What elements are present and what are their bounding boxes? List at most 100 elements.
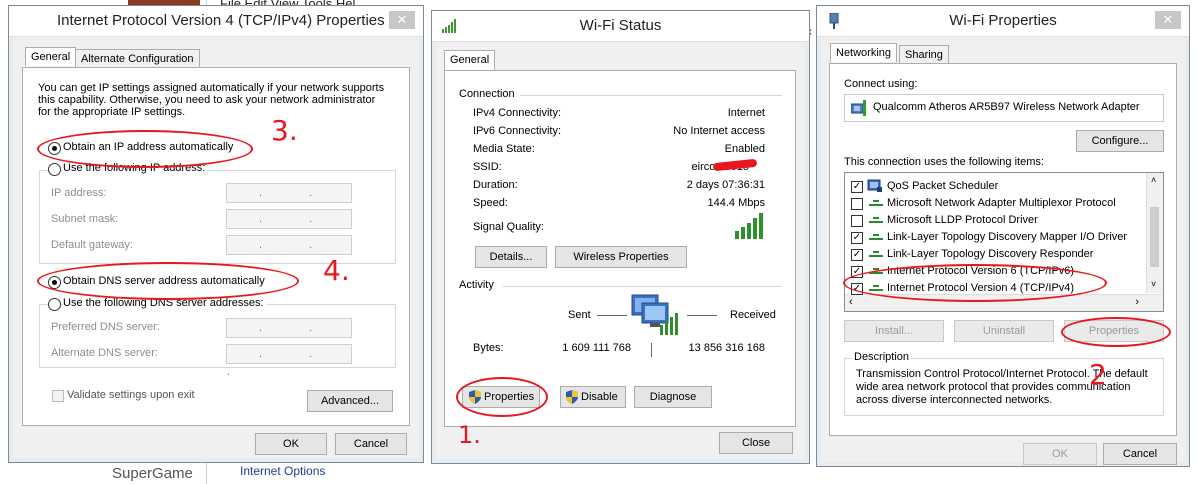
received-label: Received <box>730 309 776 321</box>
validate-settings-checkbox[interactable] <box>52 390 64 402</box>
ipv4-dialog-title: Internet Protocol Version 4 (TCP/IPv4) P… <box>57 12 385 29</box>
default-gateway-label: Default gateway: <box>51 239 133 251</box>
bytes-divider <box>651 343 652 357</box>
close-icon[interactable]: ✕ <box>389 11 415 29</box>
default-gateway-input[interactable]: . . . <box>226 235 352 269</box>
close-button[interactable]: Close <box>719 432 793 454</box>
ipv6-connectivity-value: No Internet access <box>673 125 765 137</box>
preferred-dns-input[interactable]: . . . <box>226 318 352 352</box>
configure-button[interactable]: Configure... <box>1076 130 1164 152</box>
use-dns-radio[interactable] <box>48 298 61 311</box>
activity-header: Activity <box>459 279 494 291</box>
signal-quality-icon <box>735 213 763 239</box>
scroll-left-icon[interactable]: ‹ <box>849 296 853 308</box>
preferred-dns-label: Preferred DNS server: <box>51 321 160 333</box>
tab-sharing[interactable]: Sharing <box>899 45 949 64</box>
connection-separator <box>520 95 782 96</box>
install-button[interactable]: Install... <box>844 320 944 342</box>
ip-address-label: IP address: <box>51 187 107 199</box>
diagnose-button[interactable]: Diagnose <box>634 386 712 408</box>
wifi-status-dialog: Wi-Fi Status General Connection IPv4 Con… <box>431 10 810 464</box>
tab-general[interactable]: General <box>25 47 77 66</box>
annotation-circle-properties <box>456 377 548 417</box>
wifi-status-titlebar: Wi-Fi Status <box>432 11 809 42</box>
annotation-circle-obtain-ip <box>37 130 253 168</box>
adapter-box: Qualcomm Atheros AR5B97 Wireless Network… <box>844 94 1164 122</box>
ipv4-intro-text: You can get IP settings assigned automat… <box>38 82 385 118</box>
advanced-button[interactable]: Advanced... <box>307 390 393 412</box>
disable-button-label: Disable <box>581 391 618 403</box>
alternate-dns-input[interactable]: . . . <box>226 344 352 378</box>
annotation-circle-obtain-dns <box>37 262 299 300</box>
items-header: This connection uses the following items… <box>844 156 1044 168</box>
uninstall-button[interactable]: Uninstall <box>954 320 1054 342</box>
internet-options-link[interactable]: Internet Options <box>240 464 325 478</box>
details-button[interactable]: Details... <box>475 246 547 268</box>
speed-value: 144.4 Mbps <box>707 197 765 209</box>
annotation-number-4: 4. <box>323 254 350 287</box>
description-text: Transmission Control Protocol/Internet P… <box>856 368 1148 406</box>
subnet-mask-input[interactable]: . . . <box>226 209 352 243</box>
item-checkbox[interactable] <box>851 215 863 227</box>
wifi-properties-titlebar: Wi-Fi Properties ✕ <box>817 6 1189 37</box>
scheduler-icon <box>867 179 882 192</box>
wifi-properties-cancel-button[interactable]: Cancel <box>1103 443 1177 465</box>
item-checkbox[interactable]: ✓ <box>851 232 863 244</box>
wireless-properties-button[interactable]: Wireless Properties <box>555 246 687 268</box>
use-ip-radio[interactable] <box>48 163 61 176</box>
protocol-icon <box>869 200 883 206</box>
item-checkbox[interactable]: ✓ <box>851 249 863 261</box>
item-label: Microsoft LLDP Protocol Driver <box>887 214 1038 226</box>
item-label: QoS Packet Scheduler <box>887 180 999 192</box>
disable-button[interactable]: Disable <box>560 386 626 408</box>
close-icon[interactable]: ✕ <box>1155 11 1181 29</box>
duration-value: 2 days 07:36:31 <box>686 179 765 191</box>
item-label: Link-Layer Topology Discovery Mapper I/O… <box>887 231 1128 243</box>
wifi-status-title: Wi-Fi Status <box>579 17 662 34</box>
ssid-label: SSID: <box>473 161 502 173</box>
shield-icon <box>566 390 578 404</box>
connect-using-label: Connect using: <box>844 78 918 90</box>
bytes-sent-value: 1 609 111 768 <box>562 342 631 354</box>
media-state-value: Enabled <box>724 143 765 155</box>
ipv4-titlebar: Internet Protocol Version 4 (TCP/IPv4) P… <box>9 6 423 37</box>
scroll-up-icon[interactable]: ˄ <box>1151 175 1156 185</box>
ipv4-connectivity-label: IPv4 Connectivity: <box>473 107 562 119</box>
annotation-number-3: 3. <box>271 114 298 147</box>
item-checkbox[interactable] <box>851 198 863 210</box>
ipv4-connectivity-value: Internet <box>727 107 765 119</box>
media-state-label: Media State: <box>473 143 535 155</box>
ipv6-connectivity-label: IPv6 Connectivity: <box>473 125 562 137</box>
wifi-properties-title: Wi-Fi Properties <box>949 12 1057 29</box>
sent-line <box>597 315 627 316</box>
description-header: Description <box>852 351 912 363</box>
annotation-circle-ipv4-item <box>843 264 1107 302</box>
background-supergame-label: SuperGame <box>112 465 193 482</box>
item-checkbox[interactable]: ✓ <box>851 181 863 193</box>
protocol-icon <box>869 217 883 223</box>
ipv4-cancel-button[interactable]: Cancel <box>335 433 407 455</box>
tab-alternate-configuration[interactable]: Alternate Configuration <box>75 49 200 68</box>
wifi-properties-dialog: Wi-Fi Properties ✕ Networking Sharing Co… <box>816 5 1190 467</box>
bytes-received-value: 13 856 316 168 <box>688 342 765 354</box>
scroll-right-icon[interactable]: › <box>1135 296 1139 308</box>
list-vertical-scrollbar[interactable]: ˄ ˅ <box>1146 173 1163 293</box>
ipv4-properties-dialog: Internet Protocol Version 4 (TCP/IPv4) P… <box>8 5 424 463</box>
connection-header: Connection <box>459 88 515 100</box>
item-label: Microsoft Network Adapter Multiplexor Pr… <box>887 197 1116 209</box>
received-line <box>687 315 717 316</box>
ip-address-input[interactable]: . . . <box>226 183 352 217</box>
wifi-properties-ok-button[interactable]: OK <box>1023 443 1097 465</box>
scrollbar-thumb[interactable] <box>1150 207 1159 267</box>
ipv4-ok-button[interactable]: OK <box>255 433 327 455</box>
bytes-label: Bytes: <box>473 342 504 354</box>
scroll-down-icon[interactable]: ˅ <box>1151 279 1156 289</box>
subnet-mask-label: Subnet mask: <box>51 213 119 225</box>
duration-label: Duration: <box>473 179 518 191</box>
tab-networking[interactable]: Networking <box>830 43 898 62</box>
network-adapter-icon <box>851 100 866 116</box>
annotation-number-1: 1. <box>458 421 481 449</box>
networking-panel: Connect using: Qualcomm Atheros AR5B97 W… <box>829 63 1177 436</box>
signal-quality-label: Signal Quality: <box>473 221 544 233</box>
item-label: Link-Layer Topology Discovery Responder <box>887 248 1094 260</box>
